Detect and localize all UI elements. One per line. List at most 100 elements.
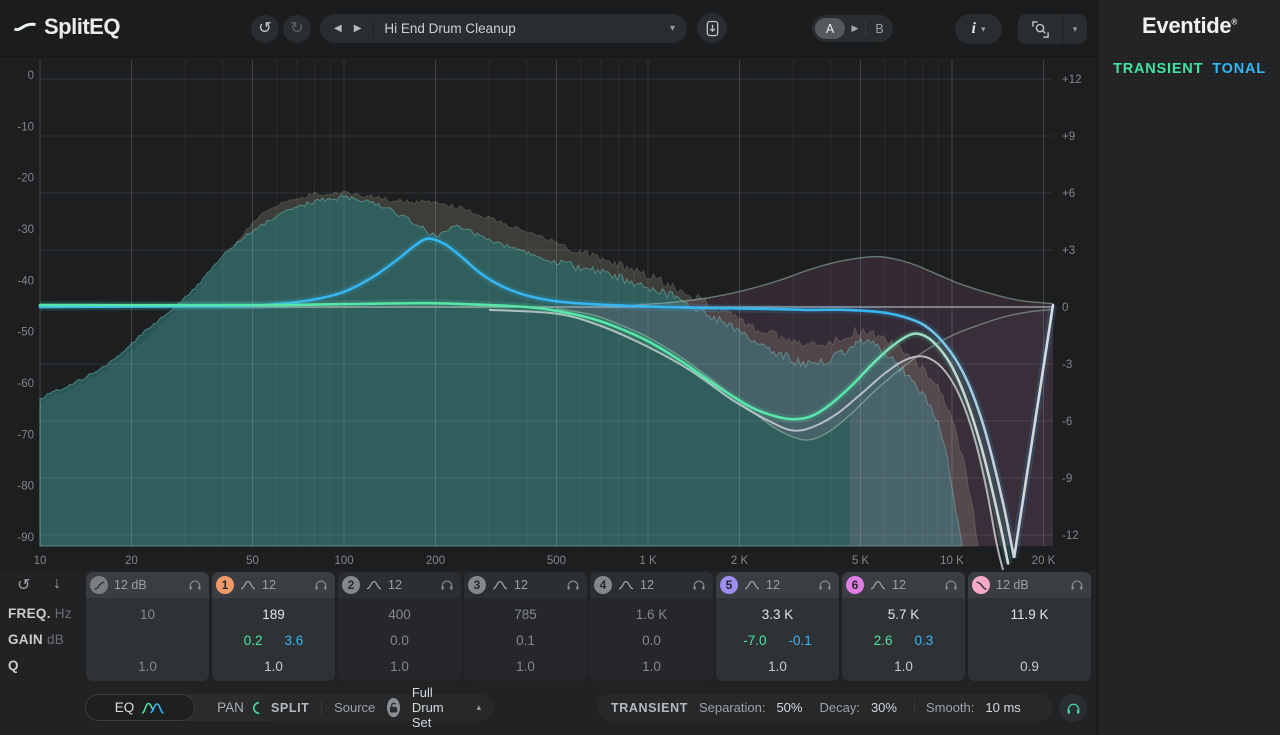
svg-text:-3: -3: [1062, 359, 1072, 371]
band-3-badge[interactable]: 3: [468, 576, 486, 594]
tab-transient[interactable]: TRANSIENT: [1113, 61, 1203, 77]
resize-button[interactable]: [1018, 20, 1062, 39]
band-cell-band-4[interactable]: 4 12 1.6 K 0.0 1.0: [590, 572, 713, 681]
ab-copy-icon[interactable]: ▶: [845, 23, 865, 34]
slope-value[interactable]: 12: [514, 578, 528, 592]
band-4-badge[interactable]: 4: [594, 576, 612, 594]
band-1-badge[interactable]: 1: [216, 576, 234, 594]
band-solo-button[interactable]: [944, 579, 958, 591]
save-preset-button[interactable]: [697, 13, 727, 43]
bell-shape-icon: [366, 580, 382, 590]
preset-caret-icon[interactable]: ▾: [670, 23, 687, 34]
slope-value[interactable]: 12: [640, 578, 654, 592]
gain-tonal-value[interactable]: -0.1: [789, 633, 812, 648]
preset-nav: ◀ ▶: [320, 23, 373, 34]
slope-value[interactable]: 12: [892, 578, 906, 592]
freq-value[interactable]: 1.6 K: [590, 607, 713, 622]
freq-value[interactable]: 785: [464, 607, 587, 622]
tab-tonal[interactable]: TONAL: [1212, 61, 1266, 77]
source-select[interactable]: Full Drum Set: [412, 685, 465, 730]
lowpass-badge[interactable]: [972, 576, 990, 594]
transient-solo-button[interactable]: [1059, 694, 1087, 722]
q-value[interactable]: 1.0: [842, 659, 965, 674]
svg-text:-40: -40: [17, 275, 34, 287]
preset-name[interactable]: Hi End Drum Cleanup: [374, 21, 670, 36]
gain-tonal-value[interactable]: 3.6: [285, 633, 304, 648]
q-value[interactable]: 0.9: [968, 659, 1091, 674]
band-header: 5 12: [716, 572, 839, 598]
split-label: SPLIT: [271, 701, 309, 715]
q-value[interactable]: 1.0: [338, 659, 461, 674]
gain-row: 0.2 3.6: [212, 633, 335, 648]
freq-value[interactable]: 5.7 K: [842, 607, 965, 622]
split-section: SPLIT Source Full Drum Set ▴: [258, 694, 494, 721]
freq-value[interactable]: 10: [86, 607, 209, 622]
preset-selector[interactable]: ◀ ▶ Hi End Drum Cleanup ▾: [320, 14, 687, 43]
decay-value[interactable]: 30%: [871, 700, 897, 715]
headphones-icon: [1070, 579, 1084, 591]
preset-next-icon[interactable]: ▶: [354, 23, 362, 34]
freq-value[interactable]: 11.9 K: [968, 607, 1091, 622]
band-solo-button[interactable]: [440, 579, 454, 591]
separation-value[interactable]: 50%: [776, 700, 802, 715]
slope-value[interactable]: 12: [262, 578, 276, 592]
undo-button[interactable]: ↺: [251, 15, 279, 43]
band-solo-button[interactable]: [188, 579, 202, 591]
freq-value[interactable]: 189: [212, 607, 335, 622]
highpass-badge[interactable]: [90, 576, 108, 594]
ab-a-button[interactable]: A: [815, 18, 845, 39]
q-value[interactable]: 1.0: [590, 659, 713, 674]
band-cell-highpass[interactable]: 12 dB 10 1.0: [86, 572, 209, 681]
svg-text:10 K: 10 K: [940, 555, 964, 567]
q-value[interactable]: 1.0: [464, 659, 587, 674]
band-6-badge[interactable]: 6: [846, 576, 864, 594]
band-cell-band-1[interactable]: 1 12 189 0.2 3.6 1.0: [212, 572, 335, 681]
reset-bands-icon[interactable]: ↺: [17, 575, 30, 595]
band-cell-lowpass[interactable]: 12 dB 11.9 K 0.9: [968, 572, 1091, 681]
slope-value[interactable]: 12: [766, 578, 780, 592]
source-lock-button[interactable]: [387, 698, 400, 717]
smooth-value[interactable]: 10 ms: [985, 700, 1020, 715]
gain-tonal-value[interactable]: 0.3: [915, 633, 934, 648]
gain-value[interactable]: 0.0: [390, 633, 409, 648]
q-value[interactable]: 1.0: [86, 659, 209, 674]
band-cell-band-6[interactable]: 6 12 5.7 K 2.6 0.3 1.0: [842, 572, 965, 681]
band-cell-band-5[interactable]: 5 12 3.3 K -7.0 -0.1 1.0: [716, 572, 839, 681]
tab-eq[interactable]: EQ: [85, 694, 195, 721]
svg-text:+12: +12: [1062, 74, 1082, 86]
freq-value[interactable]: 400: [338, 607, 461, 622]
band-5-badge[interactable]: 5: [720, 576, 738, 594]
svg-text:+9: +9: [1062, 131, 1075, 143]
slope-value[interactable]: 12: [388, 578, 402, 592]
q-value[interactable]: 1.0: [716, 659, 839, 674]
gain-row: -7.0 -0.1: [716, 633, 839, 648]
preset-prev-icon[interactable]: ◀: [334, 23, 342, 34]
slope-value[interactable]: 12 dB: [996, 578, 1029, 592]
band-solo-button[interactable]: [1070, 579, 1084, 591]
band-2-badge[interactable]: 2: [342, 576, 360, 594]
gain-transient-value[interactable]: 2.6: [874, 633, 893, 648]
resize-caret-icon[interactable]: ▾: [1063, 24, 1087, 35]
slope-value[interactable]: 12 dB: [114, 578, 147, 592]
band-cell-band-2[interactable]: 2 12 400 0.0 1.0: [338, 572, 461, 681]
freq-value[interactable]: 3.3 K: [716, 607, 839, 622]
resize-icon: [1031, 20, 1050, 39]
info-button[interactable]: i ▾: [955, 14, 1002, 44]
collapse-strip-icon[interactable]: ↓: [53, 575, 61, 593]
svg-text:-80: -80: [17, 481, 34, 493]
source-caret-icon[interactable]: ▴: [476, 702, 481, 713]
gain-value[interactable]: 0.0: [642, 633, 661, 648]
gain-transient-value[interactable]: -7.0: [743, 633, 766, 648]
band-solo-button[interactable]: [314, 579, 328, 591]
gain-value[interactable]: 0.1: [516, 633, 535, 648]
band-solo-button[interactable]: [566, 579, 580, 591]
q-value[interactable]: 1.0: [212, 659, 335, 674]
ab-b-button[interactable]: B: [866, 22, 893, 36]
gain-transient-value[interactable]: 0.2: [244, 633, 263, 648]
band-solo-button[interactable]: [692, 579, 706, 591]
svg-text:0: 0: [1062, 302, 1068, 314]
band-cell-band-3[interactable]: 3 12 785 0.1 1.0: [464, 572, 587, 681]
redo-button[interactable]: ↻: [283, 15, 311, 43]
band-solo-button[interactable]: [818, 579, 832, 591]
eq-graph[interactable]: 0-10-20-30-40-50-60-70-80-90+12+9+6+30-3…: [0, 57, 1097, 570]
